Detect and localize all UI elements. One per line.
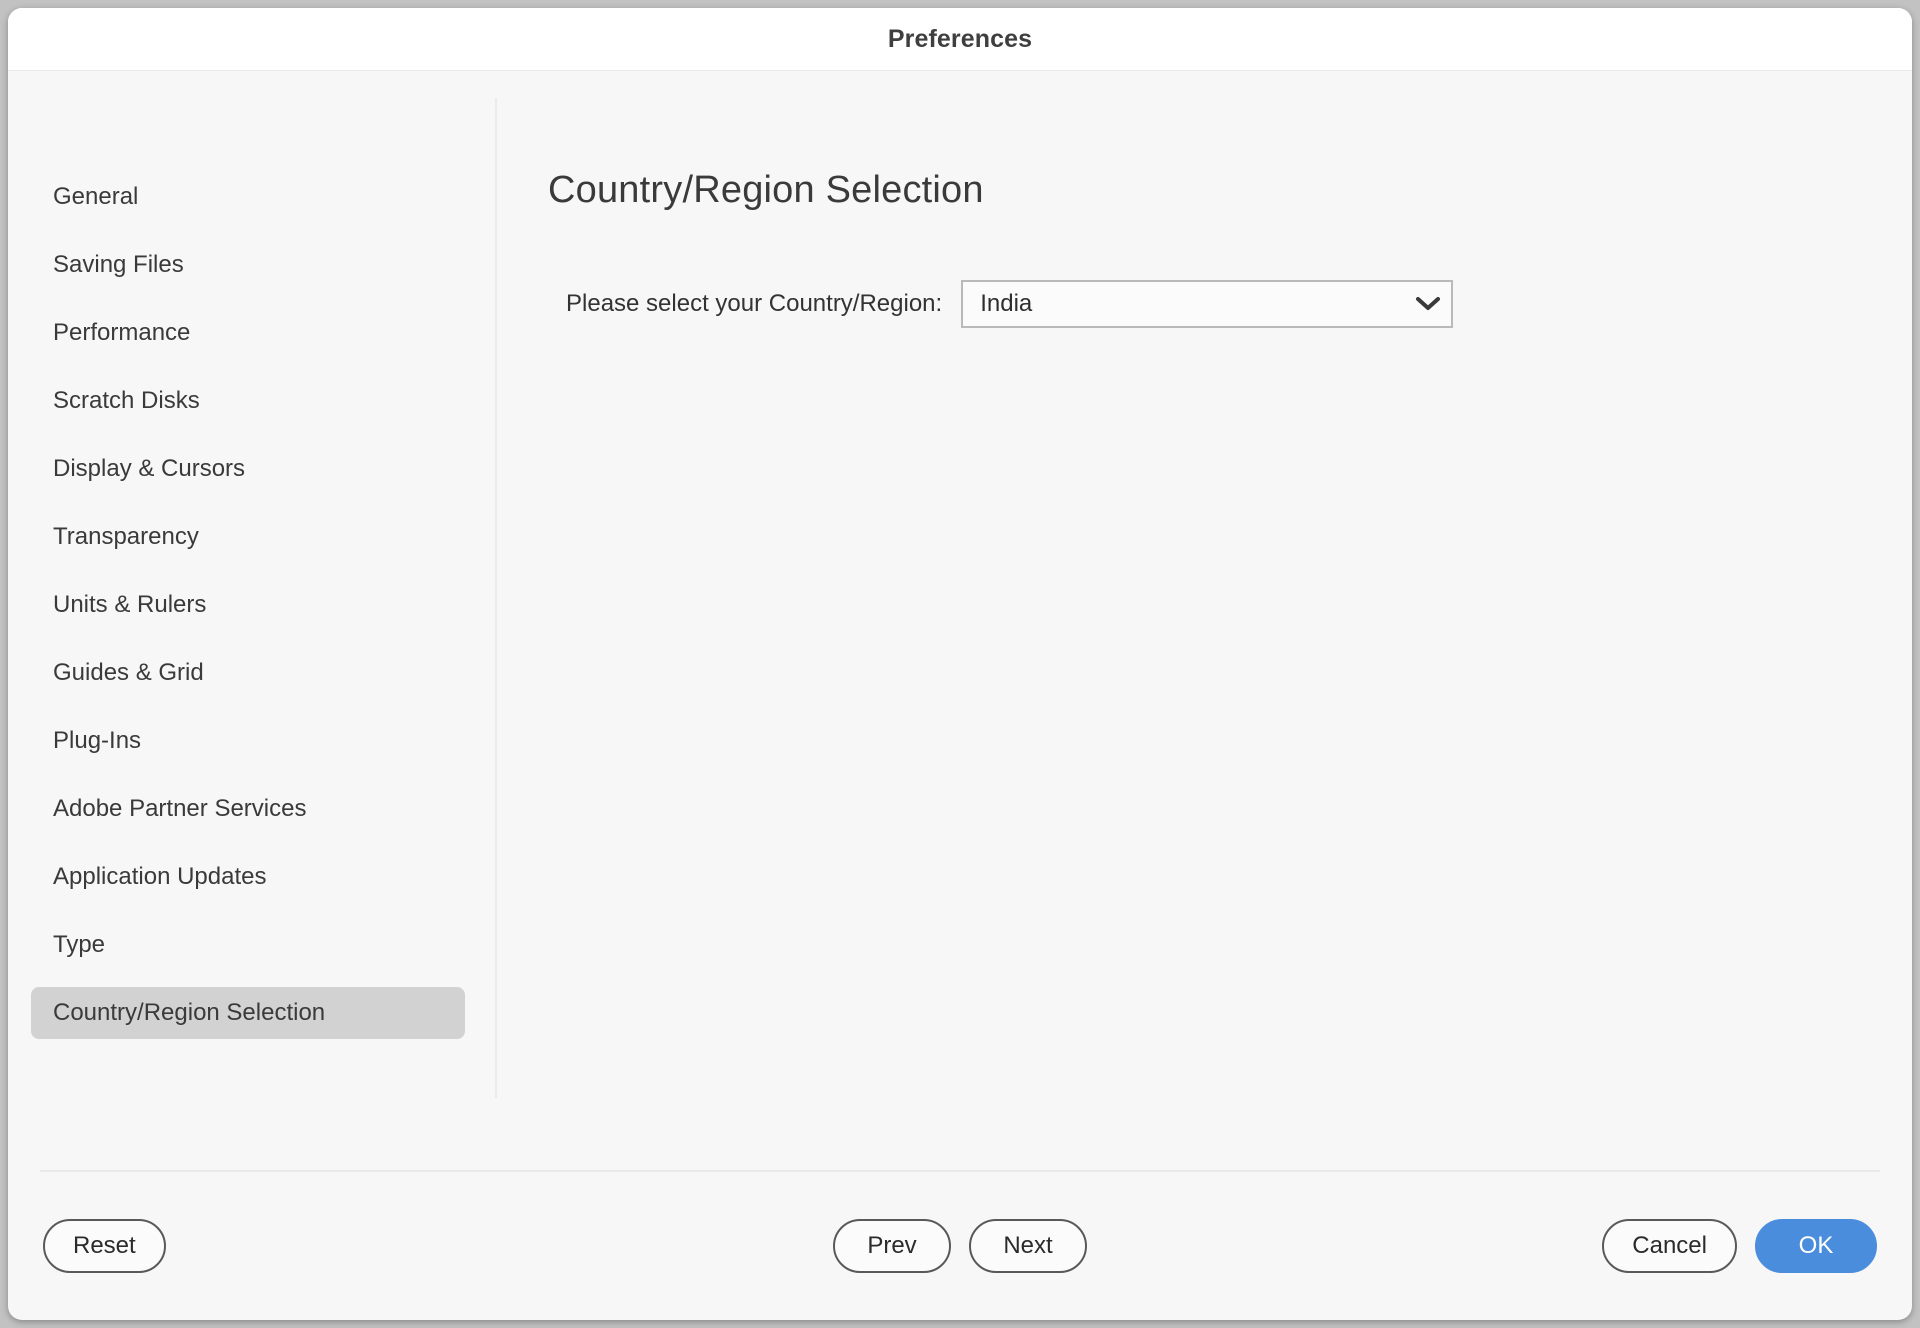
sidebar-item-label: Saving Files [53,251,184,278]
sidebar-nav-list: General Saving Files Performance Scratch… [8,171,488,1039]
sidebar-item-label: Display & Cursors [53,455,246,482]
dialog-footer: Reset Prev Next Cancel OK [8,1172,1912,1320]
reset-button[interactable]: Reset [43,1219,166,1273]
sidebar-item-label: Plug-Ins [53,727,142,754]
sidebar-item-units-and-rulers[interactable]: Units & Rulers [31,579,465,631]
sidebar-item-label: Application Updates [53,863,267,890]
sidebar-item-label: Country/Region Selection [53,999,326,1026]
next-button[interactable]: Next [969,1219,1087,1273]
sidebar-item-label: Adobe Partner Services [53,795,307,822]
sidebar-item-country-region-selection[interactable]: Country/Region Selection [31,987,465,1039]
sidebar-content-divider [495,98,497,1098]
sidebar-item-transparency[interactable]: Transparency [31,511,465,563]
dialog-body: General Saving Files Performance Scratch… [8,71,1912,1172]
preferences-window: Preferences General Saving Files Perform… [8,8,1912,1320]
sidebar-item-saving-files[interactable]: Saving Files [31,239,465,291]
sidebar-item-display-and-cursors[interactable]: Display & Cursors [31,443,465,495]
preferences-content-panel: Country/Region Selection Please select y… [488,71,1912,1172]
sidebar-item-label: Guides & Grid [53,659,204,686]
sidebar-item-general[interactable]: General [31,171,465,223]
sidebar-item-type[interactable]: Type [31,919,465,971]
country-region-selected-value: India [980,290,1033,317]
ok-button[interactable]: OK [1755,1219,1877,1273]
page-title: Country/Region Selection [548,169,984,211]
sidebar-item-adobe-partner-services[interactable]: Adobe Partner Services [31,783,465,835]
sidebar-item-label: Transparency [53,523,199,550]
sidebar-item-plug-ins[interactable]: Plug-Ins [31,715,465,767]
country-region-select[interactable]: India [961,280,1454,328]
window-title: Preferences [887,24,1033,53]
country-region-field-row: Please select your Country/Region: India [566,280,1912,328]
sidebar-item-guides-and-grid[interactable]: Guides & Grid [31,647,465,699]
sidebar-item-label: Performance [53,319,191,346]
prev-button[interactable]: Prev [833,1219,951,1273]
window-titlebar: Preferences [8,8,1912,71]
footer-right-group: Cancel OK [1602,1219,1877,1273]
sidebar-item-label: Units & Rulers [53,591,207,618]
cancel-button[interactable]: Cancel [1602,1219,1737,1273]
sidebar-item-performance[interactable]: Performance [31,307,465,359]
preferences-sidebar: General Saving Files Performance Scratch… [8,71,488,1172]
sidebar-item-label: Type [53,931,106,958]
country-region-label: Please select your Country/Region: [566,290,943,317]
sidebar-item-label: General [53,183,139,210]
sidebar-item-application-updates[interactable]: Application Updates [31,851,465,903]
sidebar-item-scratch-disks[interactable]: Scratch Disks [31,375,465,427]
footer-left-group: Reset [43,1219,166,1273]
chevron-down-icon [1405,296,1451,312]
sidebar-item-label: Scratch Disks [53,387,200,414]
